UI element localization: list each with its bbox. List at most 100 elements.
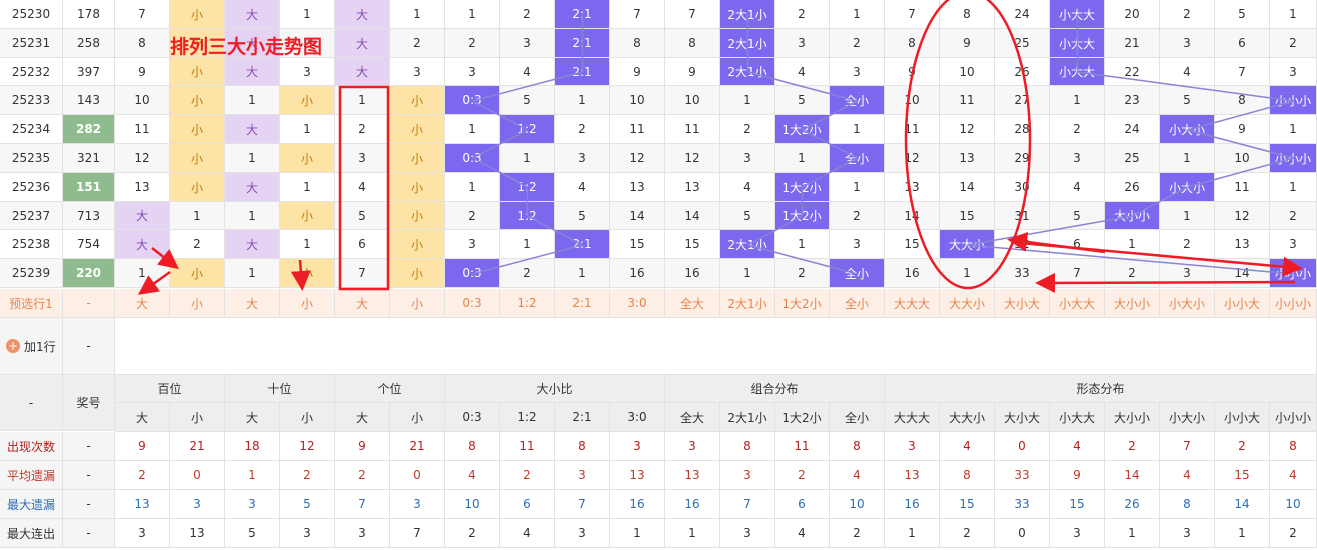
stat-dash: - — [63, 432, 115, 461]
issue-cell: 25237 — [0, 202, 63, 230]
trend-cell: 3 — [445, 230, 500, 259]
preview-option[interactable]: 大小大 — [995, 289, 1050, 318]
trend-cell: 16 — [665, 259, 720, 288]
stat-value: 9 — [1050, 461, 1105, 490]
stat-dash: - — [63, 461, 115, 490]
preview-option[interactable]: 3:0 — [610, 289, 665, 318]
stat-value: 11 — [500, 432, 555, 461]
trend-cell: 3 — [280, 58, 335, 86]
stat-dash: - — [63, 490, 115, 519]
preview-option[interactable]: 小小小 — [1270, 289, 1317, 318]
preview-option[interactable]: 小 — [170, 289, 225, 318]
preview-option[interactable]: 小大大 — [1050, 289, 1105, 318]
trend-cell: 1 — [225, 144, 280, 173]
preview-option[interactable]: 0:3 — [445, 289, 500, 318]
trend-cell: 7 — [335, 259, 390, 288]
preview-option[interactable]: 全小 — [830, 289, 885, 318]
trend-cell: 8 — [885, 29, 940, 58]
trend-cell: 11 — [115, 115, 170, 144]
preview-option[interactable]: 1:2 — [500, 289, 555, 318]
trend-cell: 5 — [1215, 0, 1270, 29]
preview-option[interactable]: 2大1小 — [720, 289, 775, 318]
preview-option[interactable]: 1大2小 — [775, 289, 830, 318]
trend-cell: 1 — [280, 230, 335, 259]
stat-value: 13 — [610, 461, 665, 490]
trend-cell: 2 — [170, 230, 225, 259]
trend-cell: 1:2 — [500, 173, 555, 202]
trend-cell: 5 — [720, 202, 775, 230]
stat-value: 3 — [335, 519, 390, 548]
preview-option[interactable]: 大 — [115, 289, 170, 318]
preview-row-label: 预选行1 — [0, 289, 63, 318]
trend-cell: 5 — [1160, 86, 1215, 115]
add-row-button[interactable]: + 加1行 — [0, 318, 63, 375]
trend-cell: 16 — [885, 259, 940, 288]
trend-cell: 1 — [940, 259, 995, 288]
trend-cell: 1:2 — [500, 115, 555, 144]
preview-dash: - — [63, 289, 115, 318]
sub-header: 2大1小 — [720, 403, 775, 432]
trend-cell: 8 — [115, 29, 170, 58]
trend-cell: 小大小 — [1160, 115, 1215, 144]
award-number: 282 — [63, 115, 115, 144]
stat-label: 最大连出 — [0, 519, 63, 548]
stat-value: 3 — [555, 461, 610, 490]
sub-header: 3:0 — [610, 403, 665, 432]
preview-option[interactable]: 小大小 — [1160, 289, 1215, 318]
trend-cell: 4 — [555, 173, 610, 202]
trend-cell: 7 — [610, 0, 665, 29]
trend-cell: 小小小 — [1270, 144, 1317, 173]
preview-option[interactable]: 全大 — [665, 289, 720, 318]
sub-header: 小大大 — [1050, 403, 1105, 432]
trend-cell: 大 — [335, 58, 390, 86]
trend-cell: 1 — [280, 115, 335, 144]
preview-option[interactable]: 2:1 — [555, 289, 610, 318]
award-number: 713 — [63, 202, 115, 230]
preview-option[interactable]: 小小大 — [1215, 289, 1270, 318]
trend-cell: 2大1小 — [720, 58, 775, 86]
stat-value: 2 — [775, 461, 830, 490]
trend-cell: 1 — [500, 144, 555, 173]
trend-cell: 9 — [115, 58, 170, 86]
trend-cell: 10 — [940, 58, 995, 86]
stat-value: 1 — [1105, 519, 1160, 548]
trend-cell: 9 — [665, 58, 720, 86]
trend-cell: 1 — [1160, 144, 1215, 173]
award-number: 321 — [63, 144, 115, 173]
stat-value: 12 — [280, 432, 335, 461]
trend-cell: 1大2小 — [775, 115, 830, 144]
preview-option[interactable]: 大 — [225, 289, 280, 318]
award-number: 220 — [63, 259, 115, 288]
stat-value: 4 — [1160, 461, 1215, 490]
preview-option[interactable]: 大大大 — [885, 289, 940, 318]
trend-cell: 1 — [555, 86, 610, 115]
trend-cell: 4 — [720, 173, 775, 202]
issue-cell: 25233 — [0, 86, 63, 115]
trend-cell: 9 — [610, 58, 665, 86]
trend-cell: 1 — [775, 230, 830, 259]
stat-value: 2 — [500, 461, 555, 490]
preview-option[interactable]: 小 — [390, 289, 445, 318]
trend-cell: 2 — [555, 115, 610, 144]
group-header: 形态分布 — [885, 375, 1317, 403]
stat-value: 4 — [940, 432, 995, 461]
trend-cell: 4 — [1050, 173, 1105, 202]
trend-cell: 5 — [1050, 202, 1105, 230]
trend-cell: 12 — [610, 144, 665, 173]
trend-cell: 7 — [1215, 58, 1270, 86]
stat-value: 3 — [665, 432, 720, 461]
stat-value: 6 — [775, 490, 830, 519]
preview-option[interactable]: 大小小 — [1105, 289, 1160, 318]
trend-cell: 1 — [445, 173, 500, 202]
sub-header: 小 — [390, 403, 445, 432]
stat-value: 3 — [555, 519, 610, 548]
stat-value: 13 — [170, 519, 225, 548]
preview-option[interactable]: 大大小 — [940, 289, 995, 318]
trend-cell: 2 — [445, 202, 500, 230]
stat-value: 14 — [1105, 461, 1160, 490]
trend-cell: 11 — [665, 115, 720, 144]
stat-value: 8 — [720, 432, 775, 461]
preview-option[interactable]: 大 — [335, 289, 390, 318]
trend-cell: 15 — [940, 202, 995, 230]
preview-option[interactable]: 小 — [280, 289, 335, 318]
